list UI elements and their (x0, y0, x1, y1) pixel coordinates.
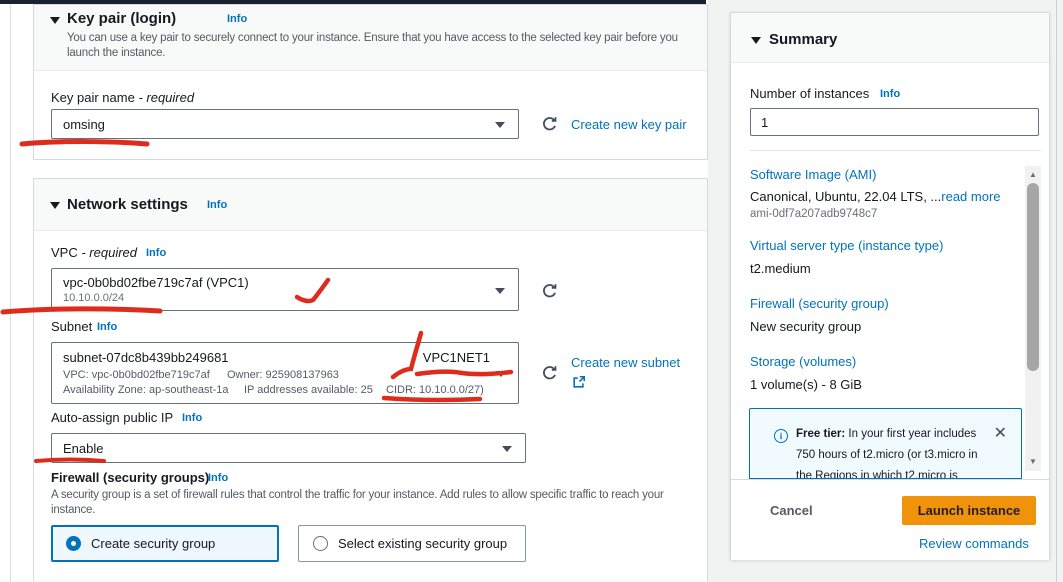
section-title: Summary (769, 31, 837, 48)
network-settings-section: Network settings Info VPC - required Inf… (33, 178, 708, 582)
summary-item-value: New security group (750, 319, 861, 334)
section-title: Key pair (login) (67, 10, 176, 27)
info-circle-icon: i (774, 429, 788, 443)
vpc-selected-value: vpc-0b0bd02fbe719c7af (VPC1) (63, 275, 249, 290)
required-text: - required (81, 245, 137, 260)
summary-item-value: t2.medium (750, 261, 811, 276)
summary-header[interactable]: Summary (731, 13, 1049, 63)
instances-label: Number of instances (750, 86, 869, 101)
create-security-group-option[interactable]: Create security group (51, 525, 279, 562)
summary-item-label[interactable]: Storage (volumes) (750, 354, 856, 369)
info-link[interactable]: Info (207, 199, 227, 211)
subnet-select[interactable]: subnet-07dc8b439bb249681 VPC1NET1 VPC: v… (51, 342, 519, 404)
summary-item-label[interactable]: Software Image (AMI) (750, 167, 876, 182)
external-link-icon[interactable] (572, 375, 586, 389)
free-tier-title: Free tier: (796, 428, 845, 440)
label-text: VPC (51, 245, 78, 260)
section-description: You can use a key pair to securely conne… (67, 31, 699, 61)
info-link[interactable]: Info (97, 321, 117, 333)
summary-item-value: Canonical, Ubuntu, 22.04 LTS, ...read mo… (750, 189, 1001, 204)
vpc-select[interactable]: vpc-0b0bd02fbe719c7af (VPC1) 10.10.0.0/2… (51, 268, 519, 311)
subnet-id: subnet-07dc8b439bb249681 (63, 350, 229, 365)
scroll-down-icon[interactable]: ▼ (1025, 456, 1041, 468)
vpc-selected-cidr: 10.10.0.0/24 (63, 292, 124, 304)
page-right-edge-line (1056, 0, 1057, 582)
section-title: Network settings (67, 196, 188, 213)
summary-footer: Cancel Launch instance Review commands (731, 479, 1049, 560)
key-pair-section: Key pair (login) Info You can use a key … (33, 4, 708, 160)
summary-item-sub: ami-0df7a207adb9748c7 (750, 208, 877, 220)
subnet-ips: IP addresses available: 25 (244, 384, 373, 396)
free-tier-alert: i Free tier: In your first year includes… (749, 408, 1022, 479)
vpc-label: VPC - required (51, 245, 137, 260)
close-icon[interactable]: ✕ (994, 423, 1007, 443)
refresh-icon[interactable] (541, 365, 558, 382)
launch-instance-button[interactable]: Launch instance (902, 496, 1036, 525)
section-caret-icon[interactable] (751, 37, 761, 44)
subnet-name: VPC1NET1 (423, 350, 490, 365)
required-text: - required (138, 90, 194, 105)
chevron-down-icon (502, 446, 512, 452)
scrollbar-thumb[interactable] (1027, 183, 1039, 371)
create-subnet-link[interactable]: Create new subnet (571, 355, 680, 370)
read-more-link[interactable]: read more (941, 189, 1000, 204)
info-link[interactable]: Info (227, 13, 247, 25)
refresh-icon[interactable] (541, 116, 558, 133)
radio-label: Select existing security group (338, 536, 507, 551)
page-left-edge-line (10, 4, 11, 582)
firewall-label: Firewall (security groups) (51, 470, 209, 485)
section-caret-icon[interactable] (50, 202, 60, 209)
label-text: Key pair name (51, 90, 135, 105)
summary-item-value: 1 volume(s) - 8 GiB (750, 377, 862, 392)
summary-item-label[interactable]: Firewall (security group) (750, 296, 889, 311)
section-caret-icon[interactable] (50, 17, 60, 24)
select-security-group-option[interactable]: Select existing security group (298, 525, 526, 562)
scroll-up-icon[interactable]: ▲ (1025, 169, 1041, 181)
network-header[interactable]: Network settings Info (34, 179, 707, 231)
scrollbar-track[interactable]: ▲ ▼ (1025, 166, 1041, 471)
key-pair-select[interactable]: omsing (51, 109, 519, 139)
subnet-az: Availability Zone: ap-southeast-1a (63, 384, 229, 396)
create-key-pair-link[interactable]: Create new key pair (571, 117, 687, 132)
subnet-label: Subnet (51, 319, 92, 334)
review-commands-link[interactable]: Review commands (919, 536, 1029, 551)
ami-value-text: Canonical, Ubuntu, 22.04 LTS, ... (750, 189, 941, 204)
subnet-vpc: VPC: vpc-0b0bd02fbe719c7af (63, 369, 210, 381)
chevron-down-icon (495, 122, 505, 128)
auto-assign-label: Auto-assign public IP (51, 410, 173, 425)
instances-input[interactable] (750, 108, 1039, 136)
key-pair-name-label: Key pair name - required (51, 90, 194, 105)
info-link[interactable]: Info (182, 412, 202, 424)
info-link[interactable]: Info (208, 472, 228, 484)
subnet-owner: Owner: 925908137963 (227, 369, 339, 381)
radio-label: Create security group (91, 536, 215, 551)
radio-unselected-icon[interactable] (313, 536, 328, 551)
divider (750, 150, 1041, 151)
auto-assign-selected-value: Enable (63, 441, 103, 456)
refresh-icon[interactable] (541, 283, 558, 300)
summary-panel: Summary Number of instances Info Softwar… (730, 12, 1050, 560)
info-link[interactable]: Info (146, 247, 166, 259)
summary-scroll-area: Software Image (AMI) Canonical, Ubuntu, … (731, 153, 1049, 479)
chevron-down-icon (495, 288, 505, 294)
radio-selected-icon[interactable] (66, 536, 81, 551)
info-link[interactable]: Info (880, 88, 900, 100)
chevron-down-icon (496, 371, 506, 377)
subnet-cidr: CIDR: 10.10.0.0/27) (386, 384, 484, 396)
summary-item-label[interactable]: Virtual server type (instance type) (750, 238, 943, 253)
auto-assign-select[interactable]: Enable (51, 433, 526, 463)
free-tier-text: Free tier: In your first year includes 7… (796, 424, 994, 479)
key-pair-header[interactable]: Key pair (login) Info You can use a key … (34, 5, 707, 71)
key-pair-selected-value: omsing (63, 117, 105, 132)
firewall-description: A security group is a set of firewall ru… (51, 488, 701, 518)
cancel-button[interactable]: Cancel (770, 503, 813, 518)
